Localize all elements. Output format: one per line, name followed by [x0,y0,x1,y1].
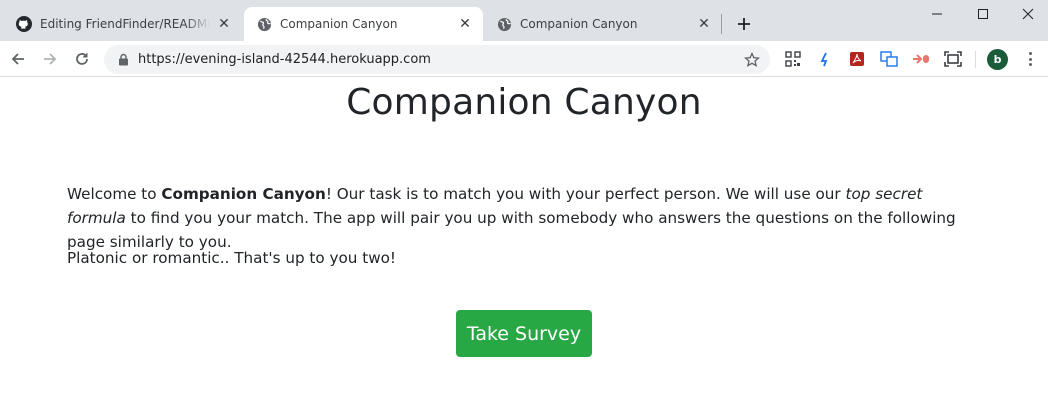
new-tab-button[interactable] [732,12,756,36]
intro-text: ! Our task is to match you with your per… [325,185,846,203]
maximize-button[interactable] [960,0,1006,28]
lock-icon[interactable] [116,53,130,67]
url-text[interactable]: https://evening-island-42544.herokuapp.c… [138,52,742,67]
screenshot-icon[interactable] [943,49,963,69]
tab-companion-canyon[interactable]: Companion Canyon ✕ [484,7,722,41]
page-title: Companion Canyon [346,82,702,123]
tab-title: Editing FriendFinder/README.md [40,17,210,31]
github-icon [16,16,32,32]
reload-icon [76,53,88,65]
globe-icon [496,16,512,32]
tab-strip: Editing FriendFinder/README.md ✕ Compani… [0,0,1048,41]
minimize-button[interactable] [914,0,960,28]
page-content: Companion Canyon Welcome to Companion Ca… [0,78,1048,409]
tab-close-icon[interactable]: ✕ [457,16,473,32]
tab-title: Companion Canyon [520,17,638,31]
translate-icon[interactable] [879,49,899,69]
intro-text: to find you your match. The app will pai… [67,209,956,251]
extension-arrow-icon[interactable] [815,49,835,69]
pdf-icon[interactable] [847,49,867,69]
minimize-icon [932,13,942,15]
take-survey-button[interactable]: Take Survey [456,310,592,357]
qr-code-icon[interactable] [783,49,803,69]
toolbar-divider [975,51,976,68]
tab-companion-canyon-active[interactable]: Companion Canyon ✕ [244,7,483,41]
reload-button[interactable] [68,45,96,73]
browser-toolbar: https://evening-island-42544.herokuapp.c… [0,41,1048,77]
back-button[interactable] [4,45,32,73]
intro-paragraph: Welcome to Companion Canyon! Our task is… [67,182,977,254]
forward-button[interactable] [36,45,64,73]
tab-editing-readme[interactable]: Editing FriendFinder/README.md ✕ [4,7,242,41]
close-icon [1022,8,1034,20]
brand-name: Companion Canyon [161,185,326,203]
bookmark-star-icon[interactable] [742,50,762,70]
maximize-icon [978,9,988,19]
tab-title: Companion Canyon [280,17,398,31]
close-window-button[interactable] [1005,0,1048,28]
tab-close-icon[interactable]: ✕ [696,16,712,32]
tagline: Platonic or romantic.. That's up to you … [67,249,396,267]
tab-divider [721,14,722,34]
browser-menu-icon[interactable] [1020,47,1040,71]
profile-avatar[interactable]: b [987,49,1008,70]
globe-icon [256,16,272,32]
arrow-right-icon [44,53,57,65]
cast-icon[interactable] [911,49,931,69]
plus-icon [738,18,750,30]
intro-text: Welcome to [67,185,162,203]
arrow-left-icon [11,53,24,65]
tab-close-icon[interactable]: ✕ [216,16,232,32]
address-bar[interactable]: https://evening-island-42544.herokuapp.c… [104,45,770,74]
